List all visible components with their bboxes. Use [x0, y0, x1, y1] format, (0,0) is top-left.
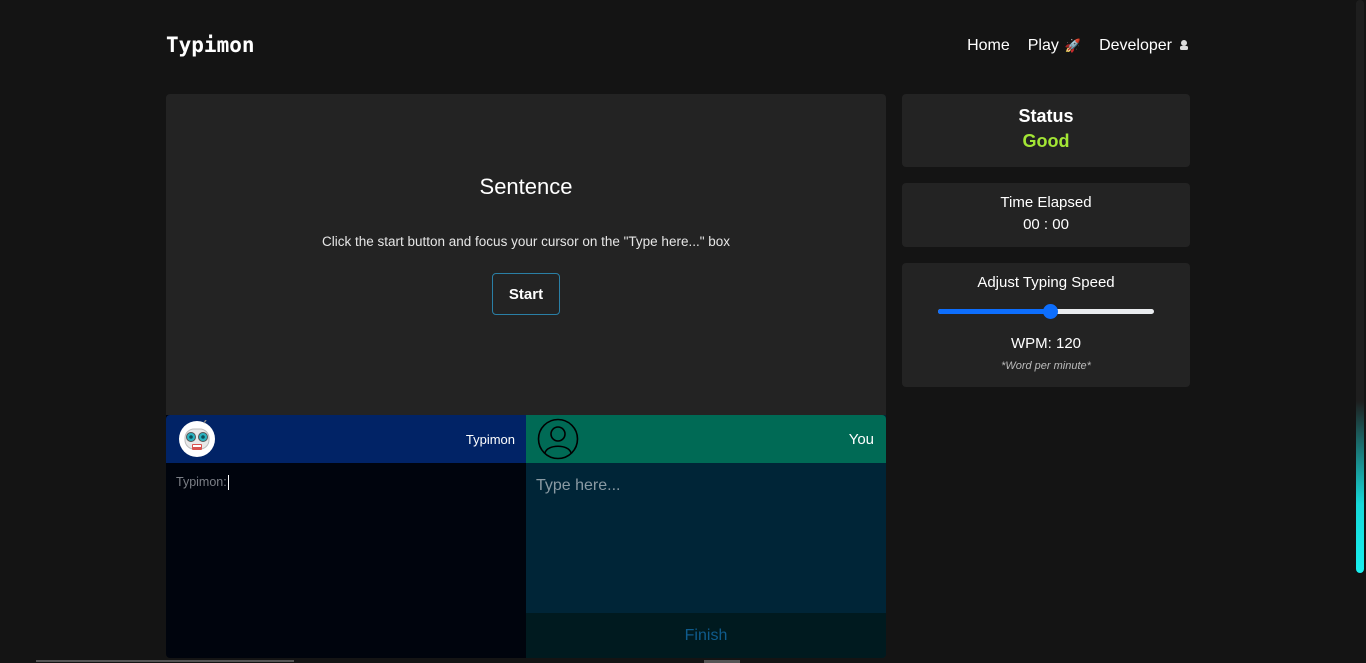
scrollbar-thumb[interactable] — [1356, 0, 1364, 573]
wpm-note: *Word per minute* — [1001, 360, 1091, 372]
slider-thumb[interactable] — [1043, 304, 1059, 319]
page-scrollbar[interactable] — [1354, 0, 1366, 663]
instruction-text: Click the start button and focus your cu… — [321, 234, 731, 249]
text-caret — [227, 475, 229, 491]
time-card: Time Elapsed 00 : 00 — [902, 183, 1190, 247]
time-label: Time Elapsed — [1000, 194, 1092, 211]
user-header: You — [526, 415, 886, 463]
speed-card: Adjust Typing Speed WPM: 120 *Word per m… — [902, 263, 1190, 387]
typimon-panel: Typimon Typimon: — [166, 415, 526, 658]
navbar: Home Play 🚀 Developer — [967, 37, 1190, 55]
slider-fill — [938, 309, 1051, 314]
brand-logo[interactable]: Typimon — [166, 33, 255, 57]
type-input[interactable] — [526, 463, 886, 613]
typimon-output: Typimon: — [166, 463, 526, 502]
status-value: Good — [1022, 131, 1070, 151]
typimon-output-text: Typimon: — [176, 475, 227, 489]
nav-developer-link[interactable]: Developer — [1099, 37, 1190, 55]
sentence-title: Sentence — [479, 174, 573, 199]
user-name: You — [848, 430, 874, 448]
typimon-header: Typimon — [166, 415, 526, 463]
bottom-divider — [36, 660, 294, 662]
status-card: Status Good — [902, 94, 1190, 167]
finish-button[interactable]: Finish — [679, 626, 734, 646]
speed-slider[interactable] — [938, 304, 1154, 320]
sentence-card: Sentence Click the start button and focu… — [166, 94, 886, 415]
time-value: 00 : 00 — [1023, 216, 1069, 233]
user-panel: You Finish — [526, 415, 886, 658]
user-icon — [537, 418, 579, 460]
page: Typimon Home Play 🚀 Developer Sentence C… — [0, 0, 1366, 663]
rocket-icon: 🚀 — [1064, 38, 1082, 53]
typimon-name: Typimon — [465, 431, 515, 447]
developer-icon — [1178, 39, 1190, 54]
status-label: Status — [1018, 106, 1074, 126]
robot-icon — [178, 419, 216, 458]
finish-bar: Finish — [526, 613, 886, 658]
nav-developer-label: Developer — [1099, 37, 1172, 54]
nav-home-label: Home — [967, 37, 1010, 54]
nav-play-link[interactable]: Play 🚀 — [1028, 37, 1081, 55]
speed-label: Adjust Typing Speed — [977, 274, 1115, 291]
start-button[interactable]: Start — [492, 273, 560, 315]
nav-play-label: Play — [1027, 37, 1059, 54]
wpm-value: WPM: 120 — [1010, 335, 1082, 352]
nav-home-link[interactable]: Home — [967, 37, 1010, 55]
